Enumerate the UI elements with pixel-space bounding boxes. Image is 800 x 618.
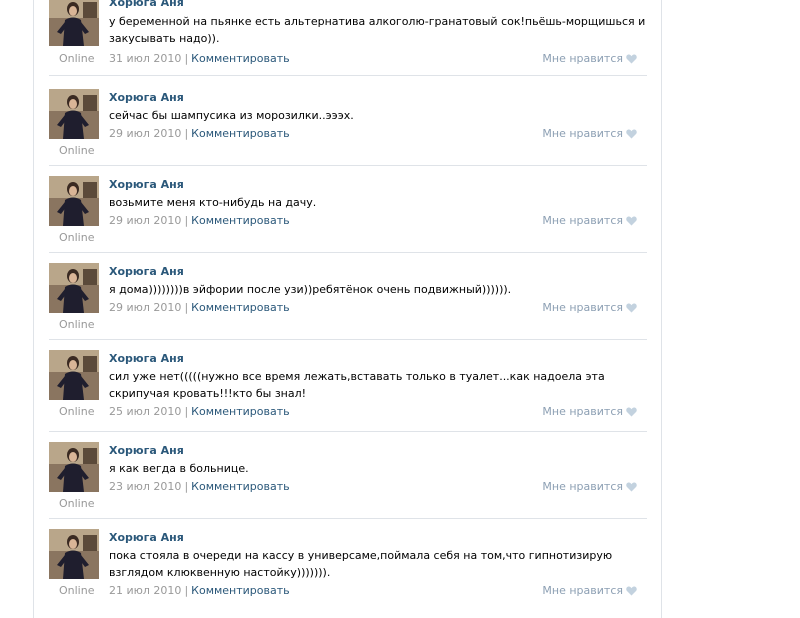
post-date[interactable]: 31 июл 2010	[109, 52, 181, 65]
meta-separator: |	[184, 301, 189, 314]
post-author-link[interactable]: Хорюга Аня	[109, 531, 184, 544]
author-avatar[interactable]	[49, 442, 99, 492]
post-author-link[interactable]: Хорюга Аня	[109, 178, 184, 191]
online-status: Online	[59, 584, 95, 597]
post-meta: 21 июл 2010 | Комментировать	[109, 584, 290, 597]
like-button[interactable]: Мне нравится	[542, 405, 637, 420]
post-author-link[interactable]: Хорюга Аня	[109, 0, 184, 9]
post-author-link[interactable]: Хорюга Аня	[109, 444, 184, 457]
author-avatar[interactable]	[49, 0, 99, 46]
heart-icon	[626, 54, 637, 67]
author-avatar[interactable]	[49, 89, 99, 139]
post-text: я дома))))))))в эйфории после узи))ребят…	[109, 283, 512, 296]
post-date[interactable]: 23 июл 2010	[109, 480, 181, 493]
author-avatar[interactable]	[49, 350, 99, 400]
like-label: Мне нравится	[542, 584, 623, 597]
like-button[interactable]: Мне нравится	[542, 52, 637, 67]
meta-separator: |	[184, 52, 189, 65]
heart-icon	[626, 303, 637, 316]
post-date[interactable]: 29 июл 2010	[109, 214, 181, 227]
wall-post: Хорюга Аня возьмите меня кто-нибудь на д…	[49, 176, 647, 253]
post-meta: 29 июл 2010 | Комментировать	[109, 214, 290, 227]
meta-separator: |	[184, 127, 189, 140]
post-date[interactable]: 29 июл 2010	[109, 127, 181, 140]
like-button[interactable]: Мне нравится	[542, 127, 637, 142]
comment-link[interactable]: Комментировать	[191, 301, 289, 314]
post-text: у беременной на пьянке есть альтернатива…	[109, 15, 646, 45]
post-text: сил уже нет(((((нужно все время лежать,в…	[109, 370, 605, 400]
post-author-link[interactable]: Хорюга Аня	[109, 91, 184, 104]
post-text: возьмите меня кто-нибудь на дачу.	[109, 196, 317, 209]
like-label: Мне нравится	[542, 480, 623, 493]
heart-icon	[626, 482, 637, 495]
wall-post: Хорюга Аня я как вегда в больнице. Onlin…	[49, 442, 647, 519]
post-text: я как вегда в больнице.	[109, 462, 249, 475]
post-author-link[interactable]: Хорюга Аня	[109, 265, 184, 278]
post-author-link[interactable]: Хорюга Аня	[109, 352, 184, 365]
post-text: пока стояла в очереди на кассу в универс…	[109, 549, 613, 579]
like-button[interactable]: Мне нравится	[542, 480, 637, 495]
wall-post: Хорюга Аня я дома))))))))в эйфории после…	[49, 263, 647, 340]
online-status: Online	[59, 144, 95, 157]
like-button[interactable]: Мне нравится	[542, 214, 637, 229]
meta-separator: |	[184, 214, 189, 227]
like-label: Мне нравится	[542, 301, 623, 314]
comment-link[interactable]: Комментировать	[191, 214, 289, 227]
heart-icon	[626, 129, 637, 142]
like-button[interactable]: Мне нравится	[542, 301, 637, 316]
like-label: Мне нравится	[542, 127, 623, 140]
meta-separator: |	[184, 480, 189, 493]
post-meta: 23 июл 2010 | Комментировать	[109, 480, 290, 493]
heart-icon	[626, 586, 637, 599]
author-avatar[interactable]	[49, 529, 99, 579]
author-avatar[interactable]	[49, 263, 99, 313]
meta-separator: |	[184, 584, 189, 597]
online-status: Online	[59, 405, 95, 418]
comment-link[interactable]: Комментировать	[191, 584, 289, 597]
heart-icon	[626, 216, 637, 229]
wall-post: Хорюга Аня у беременной на пьянке есть а…	[49, 0, 647, 76]
online-status: Online	[59, 52, 95, 65]
online-status: Online	[59, 497, 95, 510]
meta-separator: |	[184, 405, 189, 418]
like-label: Мне нравится	[542, 405, 623, 418]
post-meta: 25 июл 2010 | Комментировать	[109, 405, 290, 418]
like-label: Мне нравится	[542, 52, 623, 65]
wall-post: Хорюга Аня сейчас бы шампусика из морози…	[49, 89, 647, 166]
comment-link[interactable]: Комментировать	[191, 52, 289, 65]
post-meta: 29 июл 2010 | Комментировать	[109, 301, 290, 314]
heart-icon	[626, 407, 637, 420]
post-date[interactable]: 25 июл 2010	[109, 405, 181, 418]
author-avatar[interactable]	[49, 176, 99, 226]
post-text: сейчас бы шампусика из морозилки..эээх.	[109, 109, 354, 122]
comment-link[interactable]: Комментировать	[191, 480, 289, 493]
online-status: Online	[59, 231, 95, 244]
post-meta: 29 июл 2010 | Комментировать	[109, 127, 290, 140]
wall-post: Хорюга Аня сил уже нет(((((нужно все вре…	[49, 350, 647, 432]
like-label: Мне нравится	[542, 214, 623, 227]
post-date[interactable]: 21 июл 2010	[109, 584, 181, 597]
comment-link[interactable]: Комментировать	[191, 405, 289, 418]
post-date[interactable]: 29 июл 2010	[109, 301, 181, 314]
post-meta: 31 июл 2010 | Комментировать	[109, 52, 290, 65]
like-button[interactable]: Мне нравится	[542, 584, 637, 599]
online-status: Online	[59, 318, 95, 331]
wall-post: Хорюга Аня пока стояла в очереди на касс…	[49, 529, 647, 600]
comment-link[interactable]: Комментировать	[191, 127, 289, 140]
